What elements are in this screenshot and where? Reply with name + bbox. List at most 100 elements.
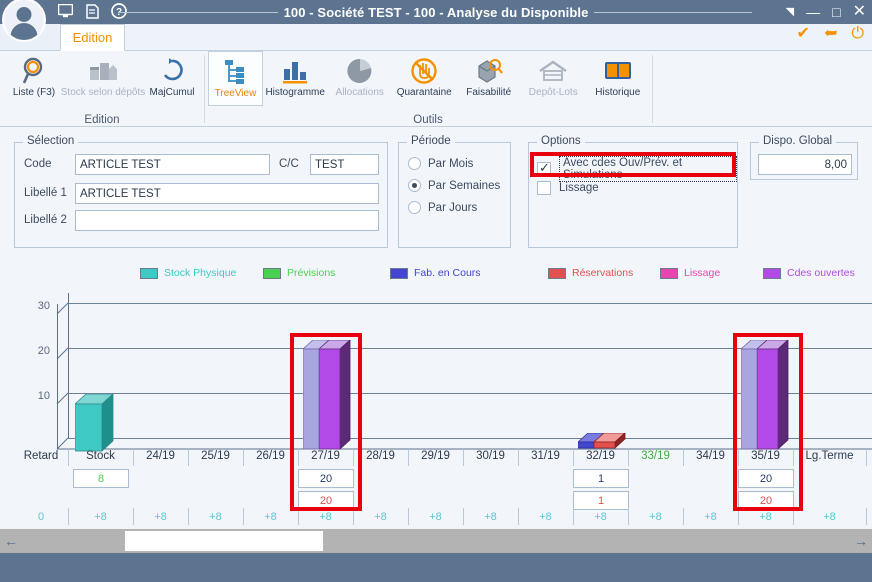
ribbon-button-label: Faisabilité bbox=[466, 87, 512, 98]
grid-cumul-31-19: +8 bbox=[539, 511, 552, 523]
horizontal-scrollbar[interactable]: ← → bbox=[0, 529, 872, 553]
cc-input[interactable]: TEST bbox=[310, 154, 379, 175]
checkbox-label: Avec cdes Ouv/Prév. et Simulations bbox=[559, 156, 737, 182]
grid-cell-stock-qty[interactable]: 8 bbox=[73, 469, 129, 488]
radio-dot bbox=[408, 201, 421, 214]
ribbon-button-depot-lots[interactable]: Depôt-Lots bbox=[521, 51, 586, 106]
ribbon-button-label: Quarantaine bbox=[396, 87, 452, 98]
ribbon-button-majcumul[interactable]: MajCumul bbox=[142, 51, 202, 106]
monitor-icon[interactable] bbox=[56, 2, 74, 20]
title-bar: ? 100 - Société TEST - 100 - Analyse du … bbox=[0, 0, 872, 24]
scrollbar-thumb[interactable] bbox=[124, 530, 324, 552]
tab-strip-filler bbox=[125, 24, 872, 51]
options-panel-title: Options bbox=[537, 135, 585, 147]
grid-cumul-27-19: +8 bbox=[319, 511, 332, 523]
legend-swatch bbox=[390, 267, 408, 279]
libelle2-input[interactable] bbox=[75, 210, 379, 231]
ribbon-button-label: TreeView bbox=[214, 88, 257, 99]
grid-cell-35-19-qty[interactable]: 20 bbox=[738, 469, 794, 488]
libelle2-label: Libellé 2 bbox=[24, 214, 67, 226]
scroll-left-arrow[interactable]: ← bbox=[0, 529, 22, 553]
libelle1-input[interactable]: ARTICLE TEST bbox=[75, 183, 379, 204]
grid-cumul-33-19: +8 bbox=[649, 511, 662, 523]
scroll-left-glyph: ← bbox=[4, 533, 18, 549]
tab-strip: Edition ✔ ➥ ⏻ bbox=[0, 24, 872, 51]
ribbon-button-historique[interactable]: Historique bbox=[586, 51, 651, 106]
dispo-global-title: Dispo. Global bbox=[759, 135, 837, 147]
status-bar bbox=[0, 553, 872, 582]
radio-label: Par Semaines bbox=[428, 179, 501, 192]
radio-par-jours[interactable]: Par Jours bbox=[408, 201, 477, 214]
window-title: 100 - Société TEST - 100 - Analyse du Di… bbox=[283, 4, 589, 20]
grid-cumul-28-19: +8 bbox=[374, 511, 387, 523]
grid-cell-32-19-res[interactable]: 1 bbox=[573, 491, 629, 510]
close-icon[interactable]: ✕ bbox=[853, 4, 866, 20]
libelle1-label: Libellé 1 bbox=[24, 187, 67, 199]
restore-icon[interactable]: ◥ bbox=[786, 6, 794, 18]
grid-header-stock: Stock bbox=[86, 450, 115, 462]
ribbon-button-label: Histogramme bbox=[265, 87, 325, 98]
cumul-sep bbox=[683, 508, 684, 525]
radio-dot-selected bbox=[408, 179, 421, 192]
ribbon-button-liste[interactable]: Liste (F3) bbox=[4, 51, 64, 106]
legend-item-stock-physique: Stock Physique bbox=[140, 267, 236, 279]
scroll-right-arrow[interactable]: → bbox=[850, 529, 872, 553]
ribbon-button-histogramme[interactable]: Histogramme bbox=[263, 51, 328, 106]
grid-cell-35-19-res[interactable]: 20 bbox=[738, 491, 794, 510]
legend-swatch bbox=[140, 267, 158, 279]
checkbox-lissage[interactable]: Lissage bbox=[537, 181, 599, 195]
code-input[interactable]: ARTICLE TEST bbox=[75, 154, 270, 175]
checkbox-label: Lissage bbox=[559, 182, 599, 194]
chart-legend: Stock Physique Prévisions Fab. en Cours … bbox=[0, 264, 872, 286]
radio-label: Par Mois bbox=[428, 157, 474, 170]
ribbon-button-quarantaine[interactable]: Quarantaine bbox=[392, 51, 457, 106]
legend-item-fab-en-cours: Fab. en Cours bbox=[390, 267, 481, 279]
ribbon-button-treeview[interactable]: TreeView bbox=[208, 51, 263, 106]
ribbon-group-label: Outils bbox=[413, 114, 443, 126]
radio-par-semaines[interactable]: Par Semaines bbox=[408, 179, 500, 192]
checkbox-avec-cdes[interactable]: Avec cdes Ouv/Prév. et Simulations bbox=[537, 156, 737, 182]
grid-header-35-19: 35/19 bbox=[751, 450, 780, 462]
gridline-30 bbox=[68, 303, 872, 304]
legend-label: Stock Physique bbox=[164, 267, 237, 279]
data-grid: Retard Stock 24/19 25/19 26/19 27/19 28/… bbox=[0, 446, 872, 525]
undo-icon[interactable]: ➥ bbox=[824, 25, 837, 42]
bar-35-19-cdes-ouvertes bbox=[755, 339, 797, 450]
cumul-sep bbox=[408, 508, 409, 525]
grid-header-33-19: 33/19 bbox=[641, 450, 670, 462]
grid-header-retard: Retard bbox=[23, 450, 59, 462]
grid-cell-32-19-qty[interactable]: 1 bbox=[573, 469, 629, 488]
book-icon bbox=[603, 55, 633, 87]
tab-edition[interactable]: Edition bbox=[60, 24, 125, 51]
power-icon[interactable]: ⏻ bbox=[851, 26, 864, 42]
ribbon-button-label: Allocations bbox=[335, 87, 384, 98]
note-icon[interactable] bbox=[83, 2, 101, 20]
grid-header-26-19: 26/19 bbox=[256, 450, 285, 462]
grid-header-31-19: 31/19 bbox=[531, 450, 560, 462]
cumul-sep bbox=[133, 508, 134, 525]
cumul-sep bbox=[573, 508, 574, 525]
grid-cell-27-19-qty[interactable]: 20 bbox=[298, 469, 354, 488]
legend-label: Cdes ouvertes bbox=[787, 267, 855, 279]
ribbon-button-allocations[interactable]: Allocations bbox=[327, 51, 392, 106]
grid-cell-27-19-res[interactable]: 20 bbox=[298, 491, 354, 510]
cumul-sep bbox=[243, 508, 244, 525]
grid-header-28-19: 28/19 bbox=[366, 450, 395, 462]
pie-chart-icon bbox=[346, 55, 374, 87]
validate-icon[interactable]: ✔ bbox=[797, 26, 810, 42]
ribbon-button-stock-selon-depots[interactable]: Stock selon dépôts bbox=[61, 51, 145, 106]
minimize-icon[interactable]: — bbox=[806, 5, 820, 19]
user-avatar[interactable] bbox=[2, 0, 46, 42]
radio-par-mois[interactable]: Par Mois bbox=[408, 157, 473, 170]
dispo-global-value[interactable]: 8,00 bbox=[758, 154, 852, 175]
ribbon-button-faisabilite[interactable]: Faisabilité bbox=[456, 51, 521, 106]
cumul-sep bbox=[353, 508, 354, 525]
bar-stock-physique bbox=[73, 393, 115, 452]
titlebar-icon-group: ? bbox=[56, 2, 128, 20]
legend-label: Prévisions bbox=[287, 267, 336, 279]
selection-panel: Sélection Code ARTICLE TEST C/C TEST Lib… bbox=[14, 135, 388, 248]
maximize-icon[interactable]: □ bbox=[832, 5, 840, 19]
warehouse-boxes-icon bbox=[88, 55, 118, 87]
cumul-sep bbox=[866, 508, 867, 525]
legend-label: Réservations bbox=[572, 267, 634, 279]
